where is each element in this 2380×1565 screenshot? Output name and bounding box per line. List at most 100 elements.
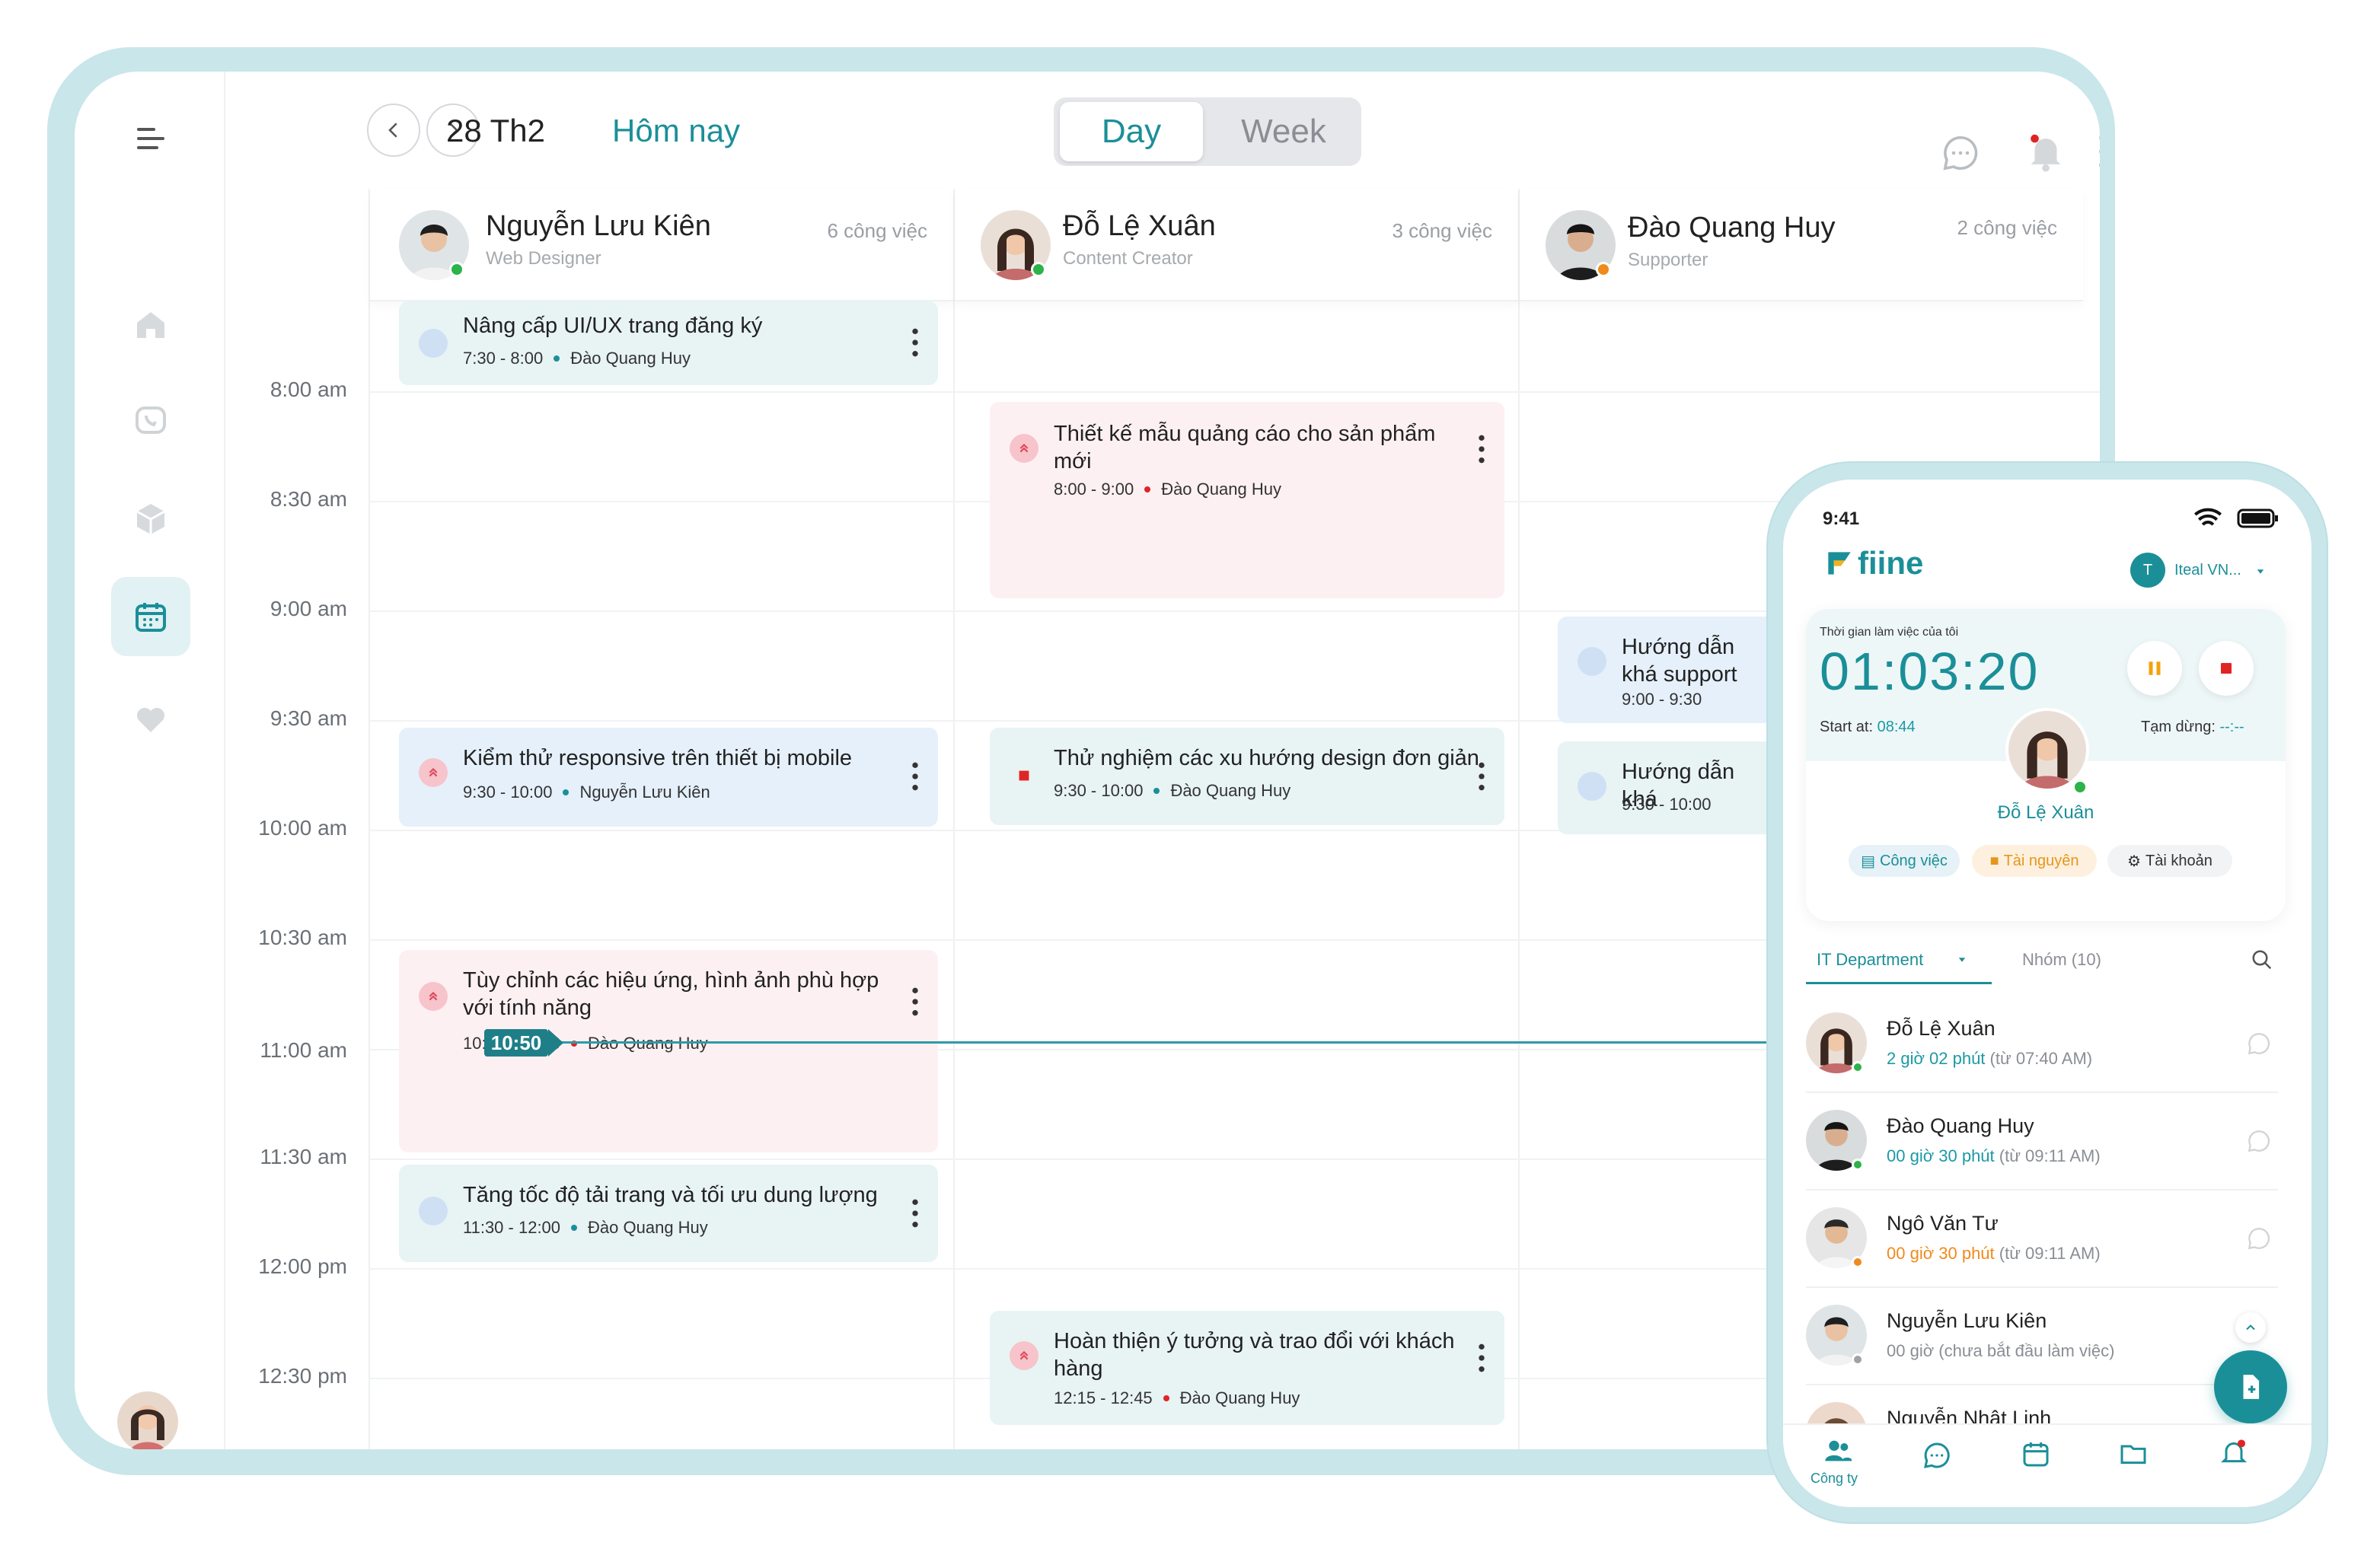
user-avatar[interactable]: [117, 1391, 178, 1449]
low-priority-icon: [1578, 772, 1606, 801]
tasks-pill[interactable]: ▤ Công việc: [1849, 845, 1960, 877]
task-count: 6 công việc: [827, 219, 927, 242]
chat-icon[interactable]: [2246, 1031, 2272, 1057]
employee-row[interactable]: Ngô Văn Tư 00 giờ 30 phút (từ 09:11 AM): [1806, 1190, 2278, 1288]
folder-tab-icon[interactable]: [2118, 1439, 2149, 1469]
scroll-up-button[interactable]: [2235, 1312, 2266, 1343]
task-count: 2 công việc: [1957, 216, 2057, 239]
bottom-tab-bar: Công ty: [1783, 1423, 2311, 1507]
person-column-header[interactable]: Đào Quang Huy Supporter 2 công việc: [1520, 189, 2083, 301]
today-link[interactable]: Hôm nay: [612, 113, 740, 149]
calendar-nav-icon[interactable]: [111, 577, 190, 656]
event-title: Hoàn thiện ý tưởng và trao đổi với khách…: [1054, 1329, 1455, 1381]
event-card[interactable]: Kiểm thử responsive trên thiết bị mobile…: [399, 728, 938, 827]
divider: [1518, 189, 1520, 1449]
company-tab-label[interactable]: Công ty: [1811, 1471, 1858, 1487]
event-card[interactable]: Hoàn thiện ý tưởng và trao đổi với khách…: [990, 1311, 1504, 1425]
notification-tab-icon[interactable]: [2219, 1437, 2249, 1468]
phone-chat-icon[interactable]: [129, 400, 172, 443]
more-vertical-icon[interactable]: [1472, 432, 1491, 466]
chevron-up-icon: [2246, 1324, 2255, 1331]
prev-day-button[interactable]: [367, 104, 420, 157]
start-time: Start at: 08:44: [1820, 719, 1916, 735]
person-name: Nguyễn Lưu Kiên: [486, 210, 711, 242]
menu-icon[interactable]: [129, 117, 172, 160]
high-priority-icon: [419, 758, 448, 787]
timer-caption: Thời gian làm việc của tôi: [1820, 626, 1959, 639]
org-avatar[interactable]: T: [2130, 553, 2165, 588]
active-tab-underline: [1806, 982, 1992, 984]
more-vertical-icon[interactable]: [1472, 760, 1491, 793]
search-icon[interactable]: [2251, 948, 2273, 971]
time-label: 11:30 am: [260, 1145, 347, 1168]
pause-button[interactable]: [2127, 641, 2182, 696]
high-priority-icon: [1010, 434, 1038, 463]
employee-row[interactable]: Đỗ Lệ Xuân 2 giờ 02 phút (từ 07:40 AM): [1806, 996, 2278, 1093]
mobile-app: 9:41 fiine T Iteal VN... Thời gian làm v…: [1783, 480, 2311, 1507]
company-tab-icon[interactable]: [1823, 1436, 1853, 1466]
person-name: Đỗ Lệ Xuân: [1063, 210, 1216, 242]
urgent-priority-icon: [1010, 761, 1038, 790]
person-role: Content Creator: [1063, 248, 1193, 269]
event-card[interactable]: Tùy chỉnh các hiệu ứng, hình ảnh phù hợp…: [399, 950, 938, 1152]
event-card[interactable]: Tăng tốc độ tải trang và tối ưu dung lượ…: [399, 1165, 938, 1262]
home-icon[interactable]: [129, 303, 172, 346]
my-avatar: [2005, 708, 2089, 792]
event-title: Tăng tốc độ tải trang và tối ưu dung lượ…: [463, 1183, 878, 1207]
event-title: Thiết kế mẫu quảng cáo cho sản phẩm mới: [1054, 422, 1436, 473]
add-document-icon: [2243, 1375, 2260, 1399]
high-priority-icon: [1010, 1341, 1038, 1370]
group-tab[interactable]: Nhóm (10): [2022, 950, 2101, 970]
more-vertical-icon[interactable]: [906, 760, 924, 793]
event-card[interactable]: Thử nghiệm các xu hướng design đơn giản …: [990, 728, 1504, 825]
timer-card: Thời gian làm việc của tôi 01:03:20 Star…: [1806, 609, 2286, 921]
stop-button[interactable]: [2199, 641, 2254, 696]
day-view-tab[interactable]: Day: [1060, 102, 1203, 161]
more-vertical-icon[interactable]: [906, 985, 924, 1018]
notification-bell-icon[interactable]: [2024, 129, 2068, 174]
offline-status-dot: [1852, 1353, 1864, 1366]
chat-icon[interactable]: [2246, 1226, 2272, 1251]
time-label: 11:00 am: [260, 1038, 347, 1062]
person-column-header[interactable]: Nguyễn Lưu Kiên Web Designer 6 công việc: [370, 189, 953, 301]
week-view-tab[interactable]: Week: [1212, 102, 1355, 161]
chevron-left-icon: [388, 123, 397, 138]
more-vertical-icon[interactable]: [906, 326, 924, 359]
more-vertical-icon[interactable]: [1472, 1341, 1491, 1375]
dept-dropdown[interactable]: IT Department: [1817, 950, 1923, 970]
event-card[interactable]: Thiết kế mẫu quảng cáo cho sản phẩm mới …: [990, 402, 1504, 598]
add-report-button[interactable]: [2214, 1350, 2287, 1423]
heart-icon[interactable]: [129, 697, 172, 740]
event-meta: 9:00 - 9:30: [1622, 690, 1702, 709]
account-pill[interactable]: ⚙ Tài khoản: [2107, 845, 2232, 877]
current-time-badge: 10:50: [484, 1029, 548, 1057]
more-vertical-icon[interactable]: [906, 1197, 924, 1230]
chat-tab-icon[interactable]: [1922, 1440, 1952, 1471]
chat-icon[interactable]: [2246, 1128, 2272, 1154]
resources-pill[interactable]: ■ Tài nguyên: [1972, 845, 2097, 877]
employee-row[interactable]: Nguyễn Lưu Kiên 00 giờ (chưa bắt đầu làm…: [1806, 1288, 2278, 1385]
chat-icon[interactable]: [1940, 132, 1981, 174]
calendar-tab-icon[interactable]: [2021, 1439, 2051, 1469]
chevron-down-icon[interactable]: [2255, 566, 2266, 577]
time-label: 8:00 am: [270, 378, 347, 401]
org-name[interactable]: Iteal VN...: [2174, 562, 2241, 579]
time-label: 9:30 am: [270, 706, 347, 730]
person-role: Supporter: [1628, 250, 1708, 270]
fiine-logo-icon: [1828, 552, 1851, 575]
status-time: 9:41: [1823, 508, 1860, 529]
online-status-dot: [449, 262, 464, 277]
time-label: 9:00 am: [270, 597, 347, 620]
divider: [953, 189, 955, 1449]
person-column-header[interactable]: Đỗ Lệ Xuân Content Creator 3 công việc: [955, 189, 1518, 301]
event-card[interactable]: Nâng cấp UI/UX trang đăng ký 7:30 - 8:00…: [399, 301, 938, 385]
box-icon[interactable]: [129, 498, 172, 540]
time-label: 8:30 am: [270, 487, 347, 511]
event-card[interactable]: Hướng dẫn khá support 9:00 - 9:30: [1558, 617, 1786, 723]
person-name: Đào Quang Huy: [1628, 212, 1836, 244]
away-status-dot: [1596, 262, 1611, 277]
event-card[interactable]: Hướng dẫn khá 9:30 - 10:00: [1558, 741, 1786, 834]
employee-row[interactable]: Đào Quang Huy 00 giờ 30 phút (từ 09:11 A…: [1806, 1093, 2278, 1190]
more-vertical-icon[interactable]: [2095, 131, 2100, 172]
chevron-down-icon[interactable]: [1957, 955, 1967, 965]
